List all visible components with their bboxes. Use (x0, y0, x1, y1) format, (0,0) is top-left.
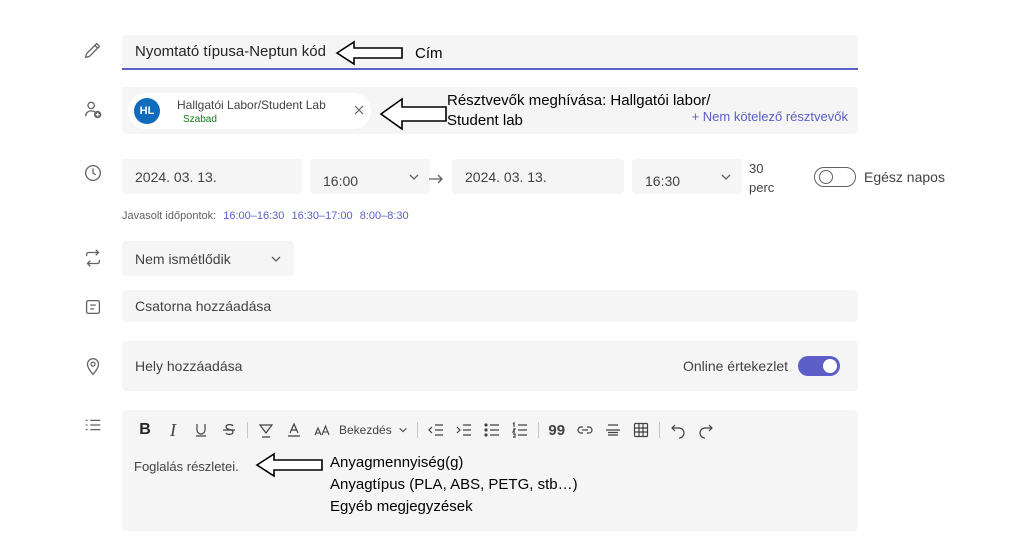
end-time-value: 16:30 (645, 172, 681, 189)
avatar: HL (134, 98, 160, 124)
title-input[interactable]: Nyomtató típusa-Neptun kód (122, 35, 858, 70)
chevron-down-icon (398, 425, 408, 435)
arrow-right-icon (426, 168, 446, 188)
chevron-down-icon (408, 171, 420, 183)
annotation-title: Cím (415, 45, 443, 62)
annotation-arrow-details (254, 452, 324, 478)
strikethrough-icon[interactable] (218, 419, 240, 441)
start-date-picker[interactable]: 2024. 03. 13. (122, 159, 302, 194)
toolbar-divider (658, 422, 660, 438)
chevron-down-icon (270, 253, 282, 265)
table-icon[interactable] (630, 419, 652, 441)
suggested-times-label: Javasolt időpontok: (122, 210, 217, 222)
increase-indent-icon[interactable] (453, 419, 475, 441)
bullet-list-icon[interactable] (481, 419, 503, 441)
horizontal-rule-icon[interactable] (602, 419, 624, 441)
clock-icon (82, 162, 104, 184)
suggested-slot[interactable]: 16:00–16:30 (223, 210, 284, 222)
title-value: Nyomtató típusa-Neptun kód (135, 43, 326, 60)
undo-icon[interactable] (667, 419, 689, 441)
attendee-name: Hallgatói Labor/Student Lab (177, 98, 326, 112)
annotation-arrow-title (334, 40, 404, 66)
paragraph-style-value: Bekezdés (339, 423, 392, 437)
toolbar-divider (537, 422, 539, 438)
paragraph-style-select[interactable]: Bekezdés (339, 423, 408, 437)
end-date-picker[interactable]: 2024. 03. 13. (452, 159, 624, 194)
all-day-label: Egész napos (864, 169, 945, 185)
annotation-details-line2: Anyagtípus (PLA, ABS, PETG, stb…) (330, 476, 578, 493)
duration-value: 30 (749, 161, 764, 176)
repeat-select[interactable]: Nem ismétlődik (122, 241, 294, 276)
channel-input[interactable]: Csatorna hozzáadása (122, 290, 858, 322)
annotation-attendees-line2: Student lab (447, 112, 523, 129)
location-pin-icon (82, 355, 104, 377)
italic-icon[interactable]: I (162, 419, 184, 441)
add-person-icon (82, 99, 104, 121)
numbered-list-icon[interactable] (509, 419, 531, 441)
annotation-attendees-line1: Résztvevők meghívása: Hallgatói labor/ (447, 92, 711, 109)
online-meeting-label: Online értekezlet (682, 358, 788, 374)
suggested-slot[interactable]: 8:00–8:30 (360, 210, 409, 222)
availability-status: Szabad (183, 114, 217, 125)
start-date-value: 2024. 03. 13. (135, 168, 217, 185)
end-time-select[interactable]: 16:30 (632, 159, 742, 194)
toggle-knob (819, 170, 833, 184)
suggested-slot[interactable]: 16:30–17:00 (291, 210, 352, 222)
details-editor[interactable]: B I Bekezdés 99 Foglalás részletei. (122, 410, 858, 531)
duration-label: 30 perc (749, 159, 774, 197)
underline-icon[interactable] (190, 419, 212, 441)
details-placeholder: Foglalás részletei. (134, 459, 239, 474)
annotation-details-line3: Egyéb megjegyzések (330, 498, 473, 515)
highlight-icon[interactable] (255, 419, 277, 441)
bold-icon[interactable]: B (134, 419, 156, 441)
font-size-icon[interactable] (311, 419, 333, 441)
toolbar-divider (247, 422, 248, 438)
repeat-value: Nem ismétlődik (135, 250, 231, 267)
start-time-value: 16:00 (323, 172, 359, 189)
all-day-toggle[interactable] (814, 167, 856, 187)
annotation-arrow-attendees (378, 96, 448, 132)
end-date-value: 2024. 03. 13. (465, 168, 547, 185)
channel-icon (82, 296, 104, 318)
online-meeting-toggle[interactable] (798, 356, 840, 376)
pencil-icon (82, 39, 104, 61)
format-toolbar: B I Bekezdés 99 (134, 418, 723, 442)
link-icon[interactable] (574, 419, 596, 441)
repeat-icon (82, 247, 104, 269)
redo-icon[interactable] (695, 419, 717, 441)
start-time-select[interactable]: 16:00 (310, 159, 430, 194)
optional-attendees-link[interactable]: + Nem kötelező résztvevők (692, 109, 848, 124)
toolbar-divider (416, 422, 418, 438)
location-input[interactable]: Hely hozzáadása Online értekezlet (122, 341, 858, 391)
suggested-times: Javasolt időpontok: 16:00–16:30 16:30–17… (122, 210, 409, 222)
chevron-down-icon (720, 171, 732, 183)
details-list-icon (82, 414, 104, 436)
quote-icon[interactable]: 99 (546, 419, 568, 441)
annotation-details-line1: Anyagmennyiség(g) (330, 454, 464, 471)
close-icon[interactable] (353, 104, 365, 116)
channel-placeholder: Csatorna hozzáadása (135, 298, 272, 314)
decrease-indent-icon[interactable] (425, 419, 447, 441)
duration-unit: perc (749, 180, 775, 195)
toggle-knob (823, 359, 837, 373)
location-placeholder: Hely hozzáadása (135, 358, 243, 374)
font-color-icon[interactable] (283, 419, 305, 441)
attendee-chip[interactable]: HL Hallgatói Labor/Student Lab Szabad (128, 93, 371, 129)
